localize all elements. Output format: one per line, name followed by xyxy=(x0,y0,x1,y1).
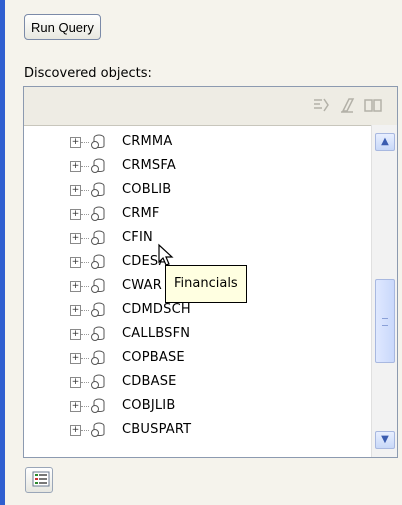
expand-icon[interactable]: + xyxy=(70,233,81,244)
mouse-cursor-icon xyxy=(158,243,174,266)
library-icon xyxy=(91,206,105,221)
discovered-objects-label: Discovered objects: xyxy=(24,66,152,81)
library-icon xyxy=(91,326,105,341)
tree-connector xyxy=(81,262,89,263)
tree-connector xyxy=(81,382,89,383)
expand-icon[interactable]: + xyxy=(70,161,81,172)
tree-row[interactable]: + CFIN xyxy=(24,227,370,251)
tree-connector xyxy=(81,286,89,287)
tree-row[interactable]: + COBJLIB xyxy=(24,395,370,419)
tree-connector xyxy=(81,142,89,143)
eraser-icon[interactable] xyxy=(338,96,356,114)
library-icon xyxy=(91,230,105,245)
tree-connector xyxy=(81,334,89,335)
tree-item-label: CFIN xyxy=(122,230,153,245)
tree-connector xyxy=(81,406,89,407)
thumb-grip-icon xyxy=(382,318,388,326)
tree-connector xyxy=(81,310,89,311)
tree-item-label: CDBASE xyxy=(122,374,177,389)
library-icon xyxy=(91,134,105,149)
tree-item-label: CBUSPART xyxy=(122,422,192,437)
book-icon[interactable] xyxy=(364,96,382,114)
library-icon xyxy=(91,422,105,437)
tree-connector xyxy=(81,430,89,431)
tree-connector xyxy=(81,190,89,191)
tree-connector xyxy=(81,238,89,239)
expand-icon[interactable]: + xyxy=(70,425,81,436)
tree-item-label: CDMDSCH xyxy=(122,302,191,317)
library-icon xyxy=(91,374,105,389)
library-icon xyxy=(91,350,105,365)
tree-row[interactable]: + CBUSPART xyxy=(24,419,370,443)
expand-icon[interactable]: + xyxy=(70,137,81,148)
expand-icon[interactable]: + xyxy=(70,353,81,364)
tree-connector xyxy=(81,166,89,167)
objects-toolbar xyxy=(24,87,397,126)
scroll-down-button[interactable]: ▼ xyxy=(375,431,395,449)
tree-connector xyxy=(81,214,89,215)
expand-icon[interactable]: + xyxy=(70,185,81,196)
tooltip: Financials xyxy=(165,265,247,303)
tree-item-label: COBJLIB xyxy=(122,398,176,413)
library-icon xyxy=(91,398,105,413)
tree-connector xyxy=(81,358,89,359)
scroll-up-button[interactable]: ▲ xyxy=(375,133,395,151)
library-icon xyxy=(91,278,105,293)
expand-icon[interactable]: + xyxy=(70,377,81,388)
tree-item-label: COBLIB xyxy=(122,182,172,197)
tree-item-label: CWAR xyxy=(122,278,162,293)
library-icon xyxy=(91,158,105,173)
library-icon xyxy=(91,182,105,197)
tree-row[interactable]: + CRMF xyxy=(24,203,370,227)
tree-item-label: CRMMA xyxy=(122,134,173,149)
tree-row[interactable]: + CRMSFA xyxy=(24,155,370,179)
expand-icon[interactable]: + xyxy=(70,329,81,340)
tree-row[interactable]: + CALLBSFN xyxy=(24,323,370,347)
list-view-button[interactable] xyxy=(25,467,53,493)
list-view-icon xyxy=(32,471,50,486)
expand-icon[interactable]: + xyxy=(70,257,81,268)
tree-item-label: CRMF xyxy=(122,206,160,221)
expand-icon[interactable]: + xyxy=(70,305,81,316)
pin-filter-icon[interactable] xyxy=(312,96,330,114)
expand-icon[interactable]: + xyxy=(70,401,81,412)
vertical-scrollbar[interactable]: ▲ ▼ xyxy=(371,125,397,457)
tree-item-label: COPBASE xyxy=(122,350,185,365)
expand-icon[interactable]: + xyxy=(70,209,81,220)
tree-row[interactable]: + CRMMA xyxy=(24,131,370,155)
tree-row[interactable]: + COPBASE xyxy=(24,347,370,371)
tree-row[interactable]: + CDBASE xyxy=(24,371,370,395)
tree-row[interactable]: + COBLIB xyxy=(24,179,370,203)
expand-icon[interactable]: + xyxy=(70,281,81,292)
library-icon xyxy=(91,302,105,317)
tree-item-label: CALLBSFN xyxy=(122,326,191,341)
library-icon xyxy=(91,254,105,269)
run-query-button[interactable]: Run Query xyxy=(24,14,101,40)
scroll-thumb[interactable] xyxy=(375,279,395,363)
tree-item-label: CRMSFA xyxy=(122,158,176,173)
